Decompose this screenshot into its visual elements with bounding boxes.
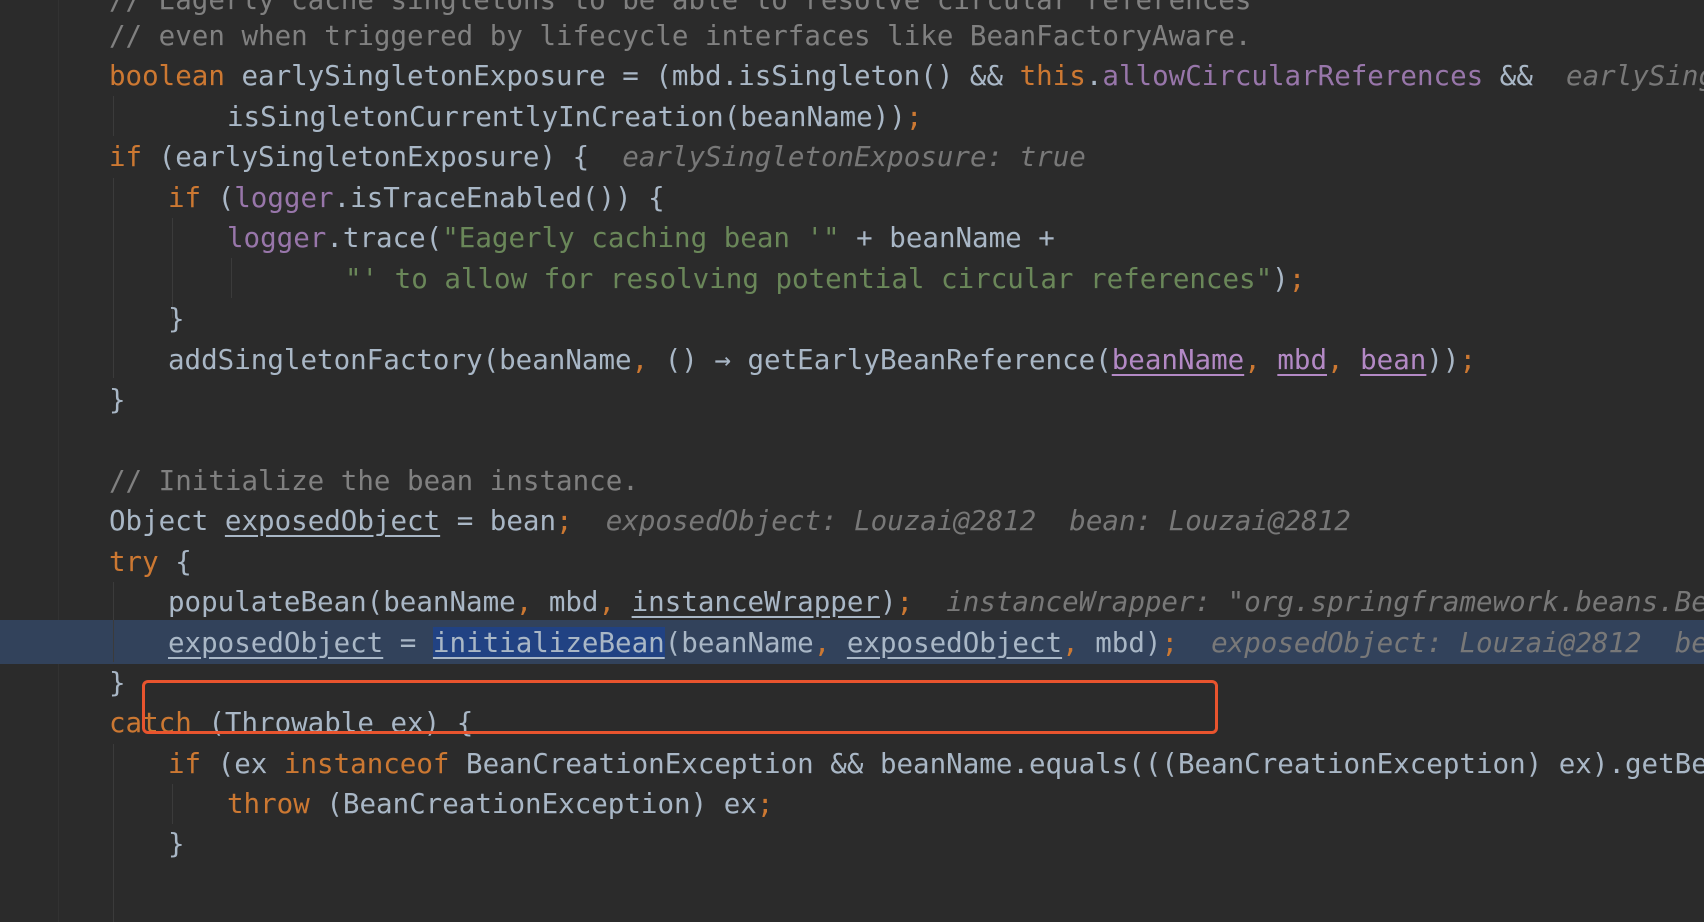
code-token[interactable]: }	[109, 667, 126, 699]
keyword-token[interactable]: ;	[1459, 344, 1476, 376]
code-line[interactable]: populateBean(beanName, mbd, instanceWrap…	[168, 580, 1704, 624]
code-token[interactable]: .isTraceEnabled()) {	[334, 182, 665, 214]
keyword-token[interactable]: if	[168, 748, 218, 780]
code-line[interactable]: }	[168, 297, 185, 341]
code-token[interactable]: = bean	[440, 505, 556, 537]
keyword-token[interactable]: ;	[897, 586, 947, 618]
inlay-hint: earlySingletonExposure: true	[622, 141, 1086, 173]
code-token[interactable]: .	[1086, 60, 1103, 92]
keyword-token[interactable]: try	[109, 546, 175, 578]
keyword-token[interactable]: ,	[1327, 344, 1360, 376]
selected-identifier[interactable]: initializeBean	[432, 627, 665, 659]
code-token[interactable]: }	[168, 303, 185, 335]
code-token[interactable]: + beanName +	[840, 222, 1055, 254]
indent-guide	[231, 258, 232, 298]
code-line[interactable]: }	[168, 822, 185, 866]
keyword-token[interactable]: if	[168, 182, 218, 214]
keyword-token[interactable]: boolean	[109, 60, 241, 92]
code-line[interactable]: }	[109, 378, 126, 422]
code-line[interactable]: // Initialize the bean instance.	[109, 459, 639, 503]
keyword-token[interactable]: throw	[227, 788, 326, 820]
keyword-token[interactable]: ,	[1244, 344, 1277, 376]
keyword-token[interactable]: instanceof	[284, 748, 466, 780]
inlay-hint: instanceWrapper: "org.springframework.be…	[946, 586, 1704, 618]
code-line[interactable]: if (logger.isTraceEnabled()) {	[168, 176, 665, 220]
inlay-hint: earlySingle	[1566, 60, 1704, 92]
parameter-token[interactable]: bean	[1360, 344, 1426, 376]
code-token[interactable]: mbd)	[1095, 627, 1161, 659]
code-line[interactable]: boolean earlySingletonExposure = (mbd.is…	[109, 54, 1704, 98]
code-token[interactable]: (BeanCreationException) ex	[326, 788, 756, 820]
code-token[interactable]: addSingletonFactory(beanName	[168, 344, 632, 376]
indent-guide	[172, 784, 173, 824]
keyword-token[interactable]: this	[1020, 60, 1086, 92]
field-token[interactable]: logger	[234, 182, 333, 214]
code-line[interactable]: isSingletonCurrentlyInCreation(beanName)…	[227, 95, 922, 139]
keyword-token[interactable]: ,	[516, 586, 549, 618]
keyword-token[interactable]: ;	[1289, 263, 1306, 295]
field-token[interactable]: logger	[227, 222, 326, 254]
indent-guide	[113, 96, 114, 136]
parameter-token[interactable]: beanName	[1112, 344, 1244, 376]
code-token[interactable]: mbd	[549, 586, 599, 618]
code-token[interactable]: &&	[1483, 60, 1566, 92]
string-token[interactable]: "Eagerly caching bean '"	[442, 222, 839, 254]
keyword-token[interactable]: ,	[814, 627, 847, 659]
code-line[interactable]: Object exposedObject = bean; exposedObje…	[109, 499, 1351, 543]
code-line[interactable]: throw (BeanCreationException) ex;	[227, 782, 773, 826]
comment-token[interactable]: // Initialize the bean instance.	[109, 465, 639, 497]
keyword-token[interactable]: ,	[1062, 627, 1095, 659]
code-line[interactable]: if (earlySingletonExposure) { earlySingl…	[109, 135, 1086, 179]
code-token[interactable]: )	[880, 586, 897, 618]
code-line[interactable]: addSingletonFactory(beanName, () → getEa…	[168, 338, 1476, 382]
parameter-token[interactable]: mbd	[1277, 344, 1327, 376]
code-line[interactable]: logger.trace("Eagerly caching bean '" + …	[227, 216, 1055, 260]
keyword-token[interactable]: ;	[556, 505, 606, 537]
string-token[interactable]: "' to allow for resolving potential circ…	[345, 263, 1272, 295]
keyword-token[interactable]: ;	[1161, 627, 1211, 659]
variable-token[interactable]: exposedObject	[225, 505, 440, 537]
code-token[interactable]: .trace(	[326, 222, 442, 254]
code-token[interactable]: BeanCreationException && beanName.equals…	[466, 748, 1704, 780]
keyword-token[interactable]: if	[109, 141, 159, 173]
code-token[interactable]: }	[109, 384, 126, 416]
code-line[interactable]: // even when triggered by lifecycle inte…	[109, 14, 1251, 58]
keyword-token[interactable]: ;	[906, 101, 923, 133]
code-line[interactable]: "' to allow for resolving potential circ…	[345, 257, 1305, 301]
code-token[interactable]: }	[168, 828, 185, 860]
code-token[interactable]: {	[175, 546, 192, 578]
code-token[interactable]: ))	[1426, 344, 1459, 376]
code-token[interactable]: (earlySingletonExposure) {	[159, 141, 623, 173]
variable-token[interactable]: instanceWrapper	[632, 586, 880, 618]
code-token[interactable]: () → getEarlyBeanReference(	[665, 344, 1112, 376]
code-line[interactable]: }	[109, 661, 126, 705]
code-token[interactable]: (ex	[218, 748, 284, 780]
indent-guide	[113, 582, 114, 662]
code-token[interactable]: (beanName	[665, 627, 814, 659]
editor-gutter[interactable]	[0, 0, 59, 922]
code-line[interactable]: exposedObject = initializeBean(beanName,…	[168, 621, 1704, 665]
code-line[interactable]: try {	[109, 540, 192, 584]
annotation-highlight-box	[142, 680, 1218, 734]
code-token[interactable]: isSingletonCurrentlyInCreation(beanName)…	[227, 101, 906, 133]
inlay-hint: exposedObject: Louzai@2812 bean: Louzai@…	[605, 505, 1351, 537]
code-token[interactable]: earlySingletonExposure = (mbd.isSingleto…	[241, 60, 1019, 92]
keyword-token[interactable]: ,	[598, 586, 631, 618]
code-token[interactable]: (	[218, 182, 235, 214]
code-token[interactable]: populateBean(beanName	[168, 586, 516, 618]
indent-guide	[113, 744, 114, 922]
code-token[interactable]: Object	[109, 505, 225, 537]
code-token[interactable]: )	[1272, 263, 1289, 295]
variable-token[interactable]: exposedObject	[847, 627, 1062, 659]
keyword-token[interactable]: ;	[757, 788, 774, 820]
code-editor[interactable]: // Eagerly cache singletons to be able t…	[0, 0, 1704, 922]
keyword-token[interactable]: ,	[632, 344, 665, 376]
field-token[interactable]: allowCircularReferences	[1102, 60, 1483, 92]
indent-guide	[113, 178, 114, 378]
inlay-hint: exposedObject: Louzai@2812 bean	[1211, 627, 1704, 659]
variable-token[interactable]: exposedObject	[168, 627, 383, 659]
code-line[interactable]: if (ex instanceof BeanCreationException …	[168, 742, 1704, 786]
code-token[interactable]: =	[383, 627, 433, 659]
comment-token[interactable]: // even when triggered by lifecycle inte…	[109, 20, 1251, 52]
